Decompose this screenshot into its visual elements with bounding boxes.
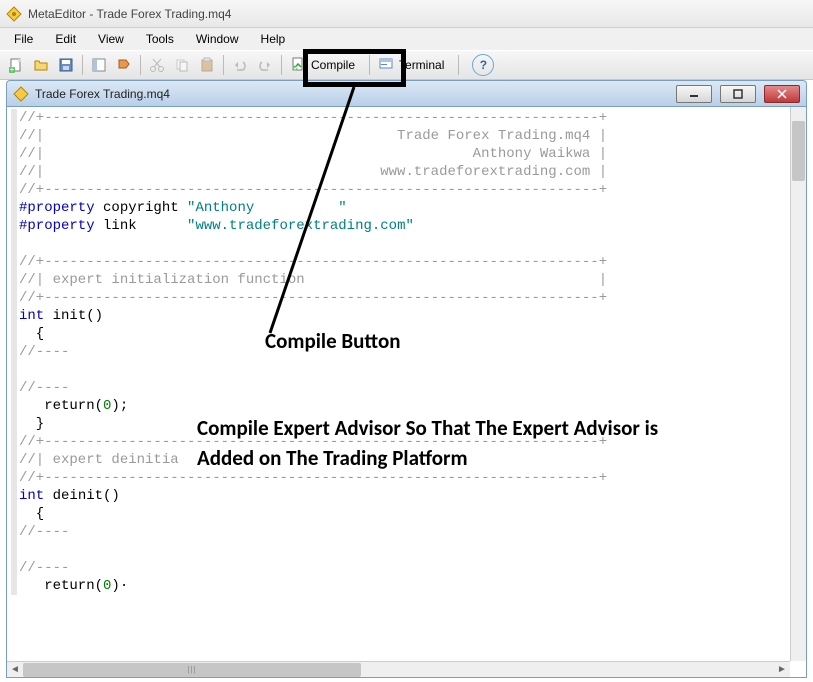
toolbar: + Compile Terminal ? (0, 50, 813, 80)
menu-file[interactable]: File (4, 30, 43, 48)
app-title-bar: MetaEditor - Trade Forex Trading.mq4 (0, 0, 813, 28)
editor-window: Trade Forex Trading.mq4 //+-------------… (6, 80, 807, 678)
terminal-button[interactable]: Terminal (374, 53, 454, 77)
code-comment: //+-------------------------------------… (19, 110, 607, 126)
horizontal-scrollbar[interactable]: ◄ ||| ► (7, 661, 790, 677)
menu-window[interactable]: Window (186, 30, 249, 48)
toggle-navigator-button[interactable] (87, 53, 111, 77)
code-comment: //---- (19, 560, 69, 576)
code-comment: //+-------------------------------------… (19, 434, 607, 450)
cut-button[interactable] (145, 53, 169, 77)
open-file-button[interactable] (29, 53, 53, 77)
horizontal-scroll-thumb[interactable]: ||| (23, 663, 361, 677)
horizontal-scroll-track[interactable]: ||| (23, 663, 774, 677)
save-button[interactable] (54, 53, 78, 77)
code-keyword: int (19, 308, 44, 324)
code-comment: //+-------------------------------------… (19, 182, 607, 198)
vertical-scrollbar[interactable] (790, 107, 806, 661)
terminal-icon (378, 56, 394, 75)
close-button[interactable] (764, 85, 800, 103)
scroll-right-button[interactable]: ► (774, 663, 790, 677)
redo-button[interactable] (253, 53, 277, 77)
code-comment: //+-------------------------------------… (19, 290, 607, 306)
editor-file-name: Trade Forex Trading.mq4 (35, 87, 170, 101)
code-comment: //+-------------------------------------… (19, 470, 607, 486)
code-keyword: int (19, 488, 44, 504)
code-comment: //---- (19, 344, 69, 360)
file-icon (13, 86, 29, 102)
app-icon (6, 6, 22, 22)
toolbar-separator (140, 55, 141, 75)
compile-icon (290, 56, 306, 75)
app-title: MetaEditor - Trade Forex Trading.mq4 (28, 7, 231, 21)
help-button[interactable]: ? (472, 54, 494, 76)
code-comment: //---- (19, 380, 69, 396)
menu-view[interactable]: View (88, 30, 134, 48)
maximize-button[interactable] (720, 85, 756, 103)
terminal-label: Terminal (399, 58, 444, 72)
toolbar-separator (223, 55, 224, 75)
code-keyword: #property (19, 218, 95, 234)
toolbar-separator (82, 55, 83, 75)
copy-button[interactable] (170, 53, 194, 77)
menu-edit[interactable]: Edit (45, 30, 86, 48)
minimize-button[interactable] (676, 85, 712, 103)
code-comment: //| expert initialization function | (19, 272, 607, 288)
compile-button[interactable]: Compile (286, 53, 365, 77)
compile-label: Compile (311, 58, 355, 72)
code-comment: //| Anthony Waikwa | (19, 146, 607, 162)
toggle-toolbox-button[interactable] (112, 53, 136, 77)
svg-text:+: + (10, 65, 15, 73)
undo-button[interactable] (228, 53, 252, 77)
code-string: "www.tradeforextrading.com" (187, 218, 414, 234)
code-comment: //| Trade Forex Trading.mq4 | (19, 128, 607, 144)
menu-help[interactable]: Help (251, 30, 296, 48)
editor-title-bar: Trade Forex Trading.mq4 (6, 80, 807, 106)
new-file-button[interactable]: + (4, 53, 28, 77)
toolbar-separator (369, 55, 370, 75)
toolbar-separator (281, 55, 282, 75)
code-comment: //---- (19, 524, 69, 540)
menu-bar: File Edit View Tools Window Help (0, 28, 813, 50)
scroll-left-button[interactable]: ◄ (7, 663, 23, 677)
code-string: "Anthony " (187, 200, 347, 216)
editor-body: //+-------------------------------------… (6, 106, 807, 678)
toolbar-separator (458, 55, 459, 75)
code-comment: //| expert deinitia (19, 452, 179, 468)
code-comment: //+-------------------------------------… (19, 254, 607, 270)
code-area[interactable]: //+-------------------------------------… (7, 107, 790, 661)
code-keyword: #property (19, 200, 95, 216)
menu-tools[interactable]: Tools (136, 30, 184, 48)
vertical-scroll-thumb[interactable] (792, 121, 805, 181)
paste-button[interactable] (195, 53, 219, 77)
code-comment: //| www.tradeforextrading.com | (19, 164, 607, 180)
